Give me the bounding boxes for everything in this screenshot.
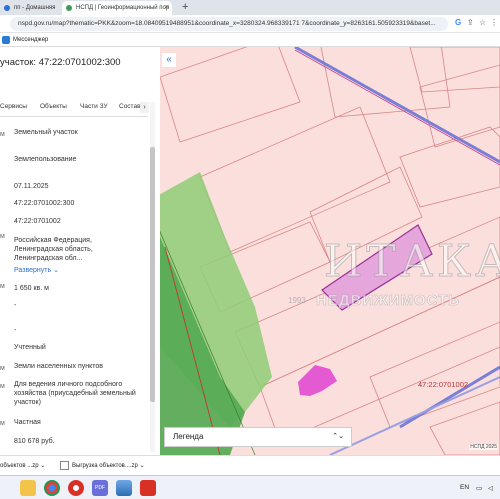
field-object-type: Земельный участок bbox=[14, 129, 78, 136]
chevron-down-icon: ⌄ bbox=[139, 463, 145, 469]
field-marker: м bbox=[0, 233, 5, 240]
panel-tabs: Сервисы Объекты Части ЗУ Состав › bbox=[0, 102, 149, 117]
collapse-panel-button[interactable]: « bbox=[162, 53, 176, 67]
field-status: Учтенный bbox=[14, 344, 46, 351]
tab-services[interactable]: Сервисы bbox=[0, 103, 27, 110]
file-icon bbox=[60, 460, 69, 470]
field-date: 07.11.2025 bbox=[14, 183, 49, 190]
parcel bbox=[419, 64, 500, 148]
download-item[interactable]: объектов ...zp ⌄ bbox=[0, 457, 45, 475]
parcel bbox=[399, 126, 500, 208]
share-icon[interactable]: ⇪ bbox=[467, 18, 474, 27]
language-indicator[interactable]: EN bbox=[460, 484, 469, 491]
tab-nspd[interactable]: НСПД | Геоинформационный пор × bbox=[62, 1, 172, 15]
parcel bbox=[409, 47, 500, 93]
parcel bbox=[320, 47, 451, 118]
field-empty-1: - bbox=[14, 302, 17, 309]
downloads-bar: объектов ...zp ⌄ Выгрузка объектов....zp… bbox=[0, 455, 500, 475]
chevron-down-icon: ⌄ bbox=[53, 267, 59, 274]
browser-tab-strip: пп - Домашняя НСПД | Геоинформационный п… bbox=[0, 0, 500, 15]
field-ownership: Частная bbox=[14, 419, 41, 426]
yandex-icon[interactable] bbox=[68, 480, 84, 496]
parcel bbox=[199, 106, 391, 253]
map-canvas[interactable] bbox=[160, 47, 500, 455]
tabs-scroll-right-icon[interactable]: › bbox=[140, 102, 149, 113]
expand-address-link[interactable]: Развернуть ⌄ bbox=[14, 266, 59, 275]
url-input[interactable]: nspd.gov.ru/map?thematic=PKK&zoom=18.084… bbox=[10, 17, 448, 31]
download-label: Выгрузка объектов....zp bbox=[72, 463, 138, 469]
field-cadastral-value: 810 678 руб. bbox=[14, 438, 55, 445]
tab-parcel-parts[interactable]: Части ЗУ bbox=[80, 103, 108, 110]
field-marker: м bbox=[0, 420, 5, 427]
download-item[interactable]: Выгрузка объектов....zp ⌄ bbox=[60, 457, 145, 475]
tab-label: НСПД | Геоинформационный пор bbox=[76, 5, 170, 11]
map-copyright: НСПД 2025 bbox=[469, 444, 498, 450]
field-empty-2: - bbox=[14, 327, 17, 334]
bookmark-star-icon[interactable]: ☆ bbox=[479, 18, 486, 27]
acrobat-icon[interactable] bbox=[140, 480, 156, 496]
field-cadastral-quarter: 47:22:0701002 bbox=[14, 218, 61, 225]
double-chevron-left-icon: « bbox=[166, 54, 172, 65]
menu-icon[interactable]: ⋮ bbox=[490, 18, 498, 27]
legend-dropdown[interactable]: Легенда ⌃⌄ bbox=[164, 427, 352, 447]
legend-label: Легенда bbox=[173, 432, 204, 441]
field-marker: м bbox=[0, 283, 5, 290]
google-icon[interactable]: G bbox=[455, 18, 461, 27]
tab-label: пп - Домашняя bbox=[14, 5, 56, 11]
scrollbar-thumb[interactable] bbox=[150, 147, 155, 402]
bookmarks-bar: Мессенджер bbox=[0, 33, 500, 47]
volume-icon[interactable]: ◁ bbox=[488, 484, 493, 492]
panel-scrollbar[interactable] bbox=[150, 102, 155, 452]
parcel bbox=[369, 321, 500, 428]
field-cadastral-number: 47:22:0701002:300 bbox=[14, 200, 75, 207]
download-label: объектов ...zp bbox=[0, 463, 39, 469]
parcel bbox=[259, 276, 500, 443]
folder-icon[interactable] bbox=[20, 480, 36, 496]
url-text: nspd.gov.ru/map?thematic=PKK&zoom=18.084… bbox=[18, 20, 436, 27]
info-panel: участок: 47:22:0701002:300 Сервисы Объек… bbox=[0, 47, 160, 455]
field-area: 1 650 кв. м bbox=[14, 285, 49, 292]
field-land-category: Земли населенных пунктов bbox=[14, 363, 104, 370]
pdf-icon[interactable]: PDF bbox=[92, 480, 108, 496]
field-address: Российская Федерация, Ленинградская обла… bbox=[14, 237, 93, 262]
taskbar: PDF EN ▭ ◁ bbox=[0, 475, 500, 499]
chevron-down-icon: ⌄ bbox=[40, 463, 46, 469]
globe-icon bbox=[66, 5, 72, 11]
chrome-icon[interactable] bbox=[44, 480, 60, 496]
field-marker: м bbox=[0, 365, 5, 372]
building bbox=[298, 365, 337, 396]
address-bar: nspd.gov.ru/map?thematic=PKK&zoom=18.084… bbox=[0, 15, 500, 33]
chevron-updown-icon: ⌃⌄ bbox=[332, 433, 344, 440]
image-viewer-icon[interactable] bbox=[116, 480, 132, 496]
tab-composition[interactable]: Состав bbox=[119, 103, 141, 110]
messenger-icon bbox=[2, 36, 10, 44]
tab-objects[interactable]: Объекты bbox=[40, 103, 67, 110]
field-permitted-use: Для ведения личного подсобного хозяйства… bbox=[14, 381, 136, 406]
panel-title: участок: 47:22:0701002:300 bbox=[0, 57, 121, 68]
tab-home[interactable]: пп - Домашняя bbox=[0, 1, 58, 15]
field-object-kind: Землепользование bbox=[14, 156, 77, 163]
field-marker: м bbox=[0, 383, 5, 390]
parcel bbox=[160, 47, 301, 143]
map-view[interactable]: ИТАКА ® 1993 НЕДВИЖИМОСТЬ « 47:22:070100… bbox=[160, 47, 500, 455]
selected-parcel[interactable] bbox=[321, 224, 433, 311]
new-tab-button[interactable]: + bbox=[182, 0, 188, 14]
parcel bbox=[234, 216, 500, 388]
cadastral-quarter-label: 47:22:0701002 bbox=[418, 380, 469, 389]
page-icon bbox=[4, 5, 10, 11]
network-icon[interactable]: ▭ bbox=[476, 484, 482, 492]
close-tab-icon[interactable]: × bbox=[165, 1, 169, 15]
field-marker: м bbox=[0, 131, 5, 138]
expand-label: Развернуть bbox=[14, 267, 52, 274]
bookmark-messenger[interactable]: Мессенджер bbox=[13, 33, 48, 47]
road-top bbox=[294, 47, 500, 166]
